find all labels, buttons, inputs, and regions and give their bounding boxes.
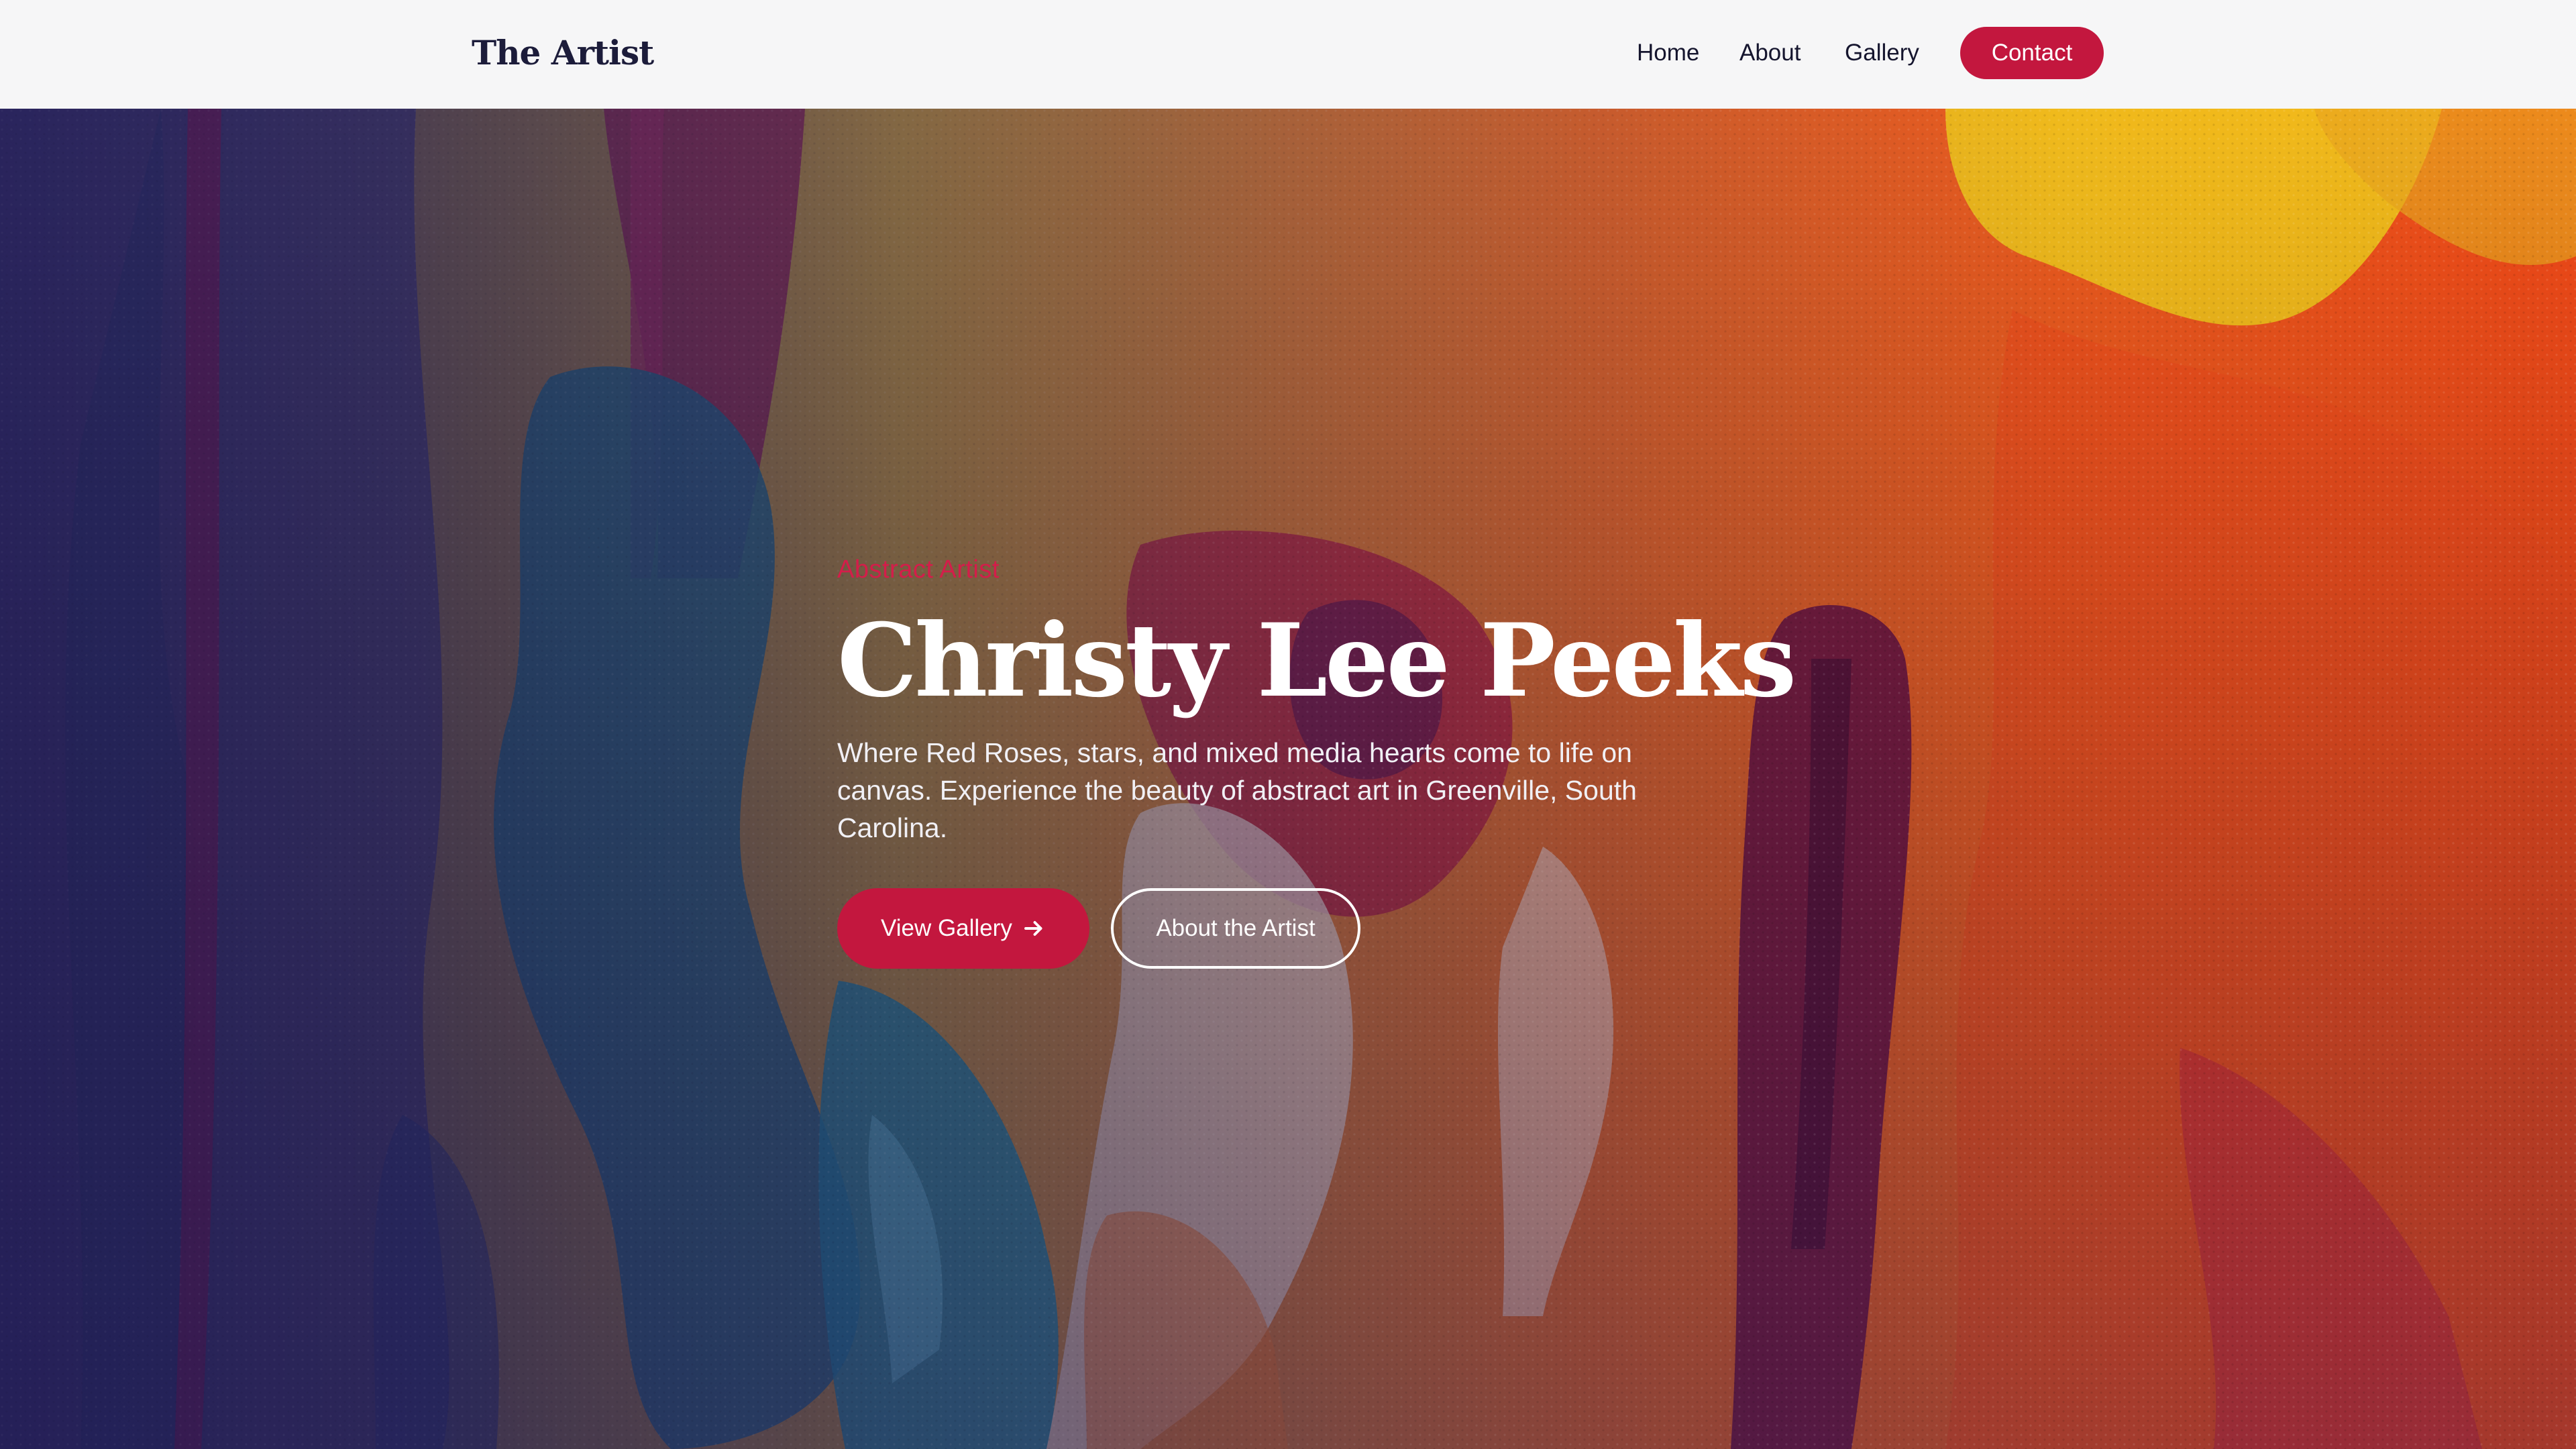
nav-link-about[interactable]: About <box>1739 36 1801 70</box>
view-gallery-button[interactable]: View Gallery <box>837 888 1089 969</box>
nav-link-gallery[interactable]: Gallery <box>1845 36 1919 70</box>
about-artist-button[interactable]: About the Artist <box>1111 888 1360 969</box>
nav-link-home[interactable]: Home <box>1637 36 1699 70</box>
view-gallery-label: View Gallery <box>881 915 1012 941</box>
arrow-right-icon <box>1024 921 1042 936</box>
hero-content: Abstract Artist Christy Lee Peeks Where … <box>837 553 1796 970</box>
navbar: The Artist Home About Gallery Contact <box>0 0 2576 109</box>
hero-eyebrow: Abstract Artist <box>837 555 1000 584</box>
hero-title: Christy Lee Peeks <box>837 602 1796 720</box>
contact-button[interactable]: Contact <box>1960 27 2104 79</box>
brand-logo[interactable]: The Artist <box>472 30 654 76</box>
hero-description: Where Red Roses, stars, and mixed media … <box>837 737 1637 843</box>
hero-buttons: View Gallery About the Artist <box>837 888 1763 970</box>
hero-section: Abstract Artist Christy Lee Peeks Where … <box>0 109 2576 1449</box>
